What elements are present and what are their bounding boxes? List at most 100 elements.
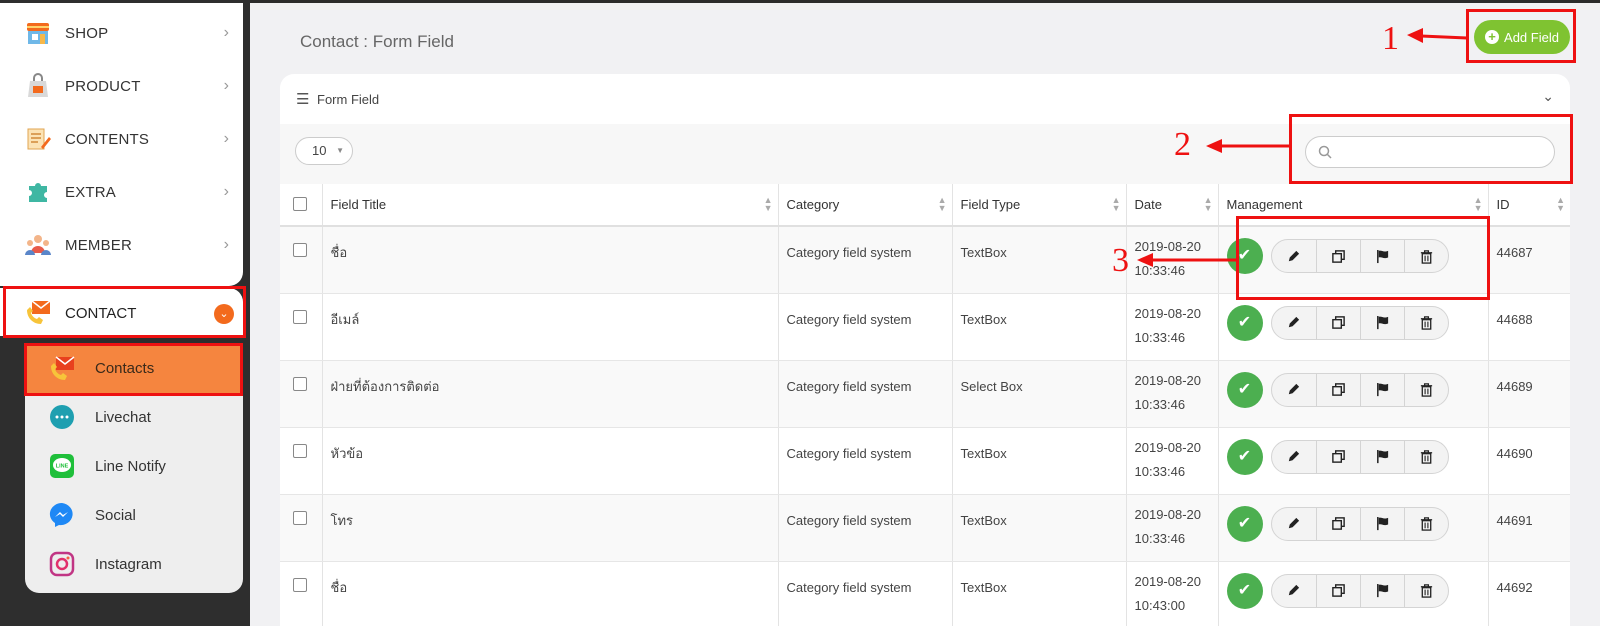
header-field-type[interactable]: Field Type ▲ ▼ bbox=[951, 184, 1126, 227]
approve-button[interactable]: ✔ bbox=[1226, 371, 1263, 408]
action-button-group bbox=[1270, 439, 1449, 474]
field-type-cell: TextBox bbox=[951, 561, 1126, 626]
messenger-icon bbox=[49, 502, 73, 527]
submenu-item-label: Line Notify bbox=[95, 458, 166, 475]
sort-icon: ▲ ▼ bbox=[1203, 195, 1213, 213]
category-cell: Category field system bbox=[777, 427, 952, 495]
check-icon: ✔ bbox=[1237, 581, 1252, 599]
row-checkbox[interactable] bbox=[293, 309, 307, 324]
header-category[interactable]: Category ▲ ▼ bbox=[777, 184, 952, 227]
management-cell: ✔ bbox=[1217, 293, 1488, 361]
submenu-item-label: Social bbox=[95, 507, 136, 524]
pencil-icon bbox=[1288, 383, 1300, 395]
management-cell: ✔ bbox=[1217, 561, 1488, 626]
submenu-item-instagram[interactable]: Instagram bbox=[25, 539, 243, 589]
field-title-cell: ชื่อ bbox=[321, 226, 778, 294]
management-cell: ✔ bbox=[1217, 360, 1488, 428]
approve-button[interactable]: ✔ bbox=[1226, 505, 1263, 542]
header-id[interactable]: ID ▲ ▼ bbox=[1487, 184, 1570, 227]
row-select-cell bbox=[280, 427, 322, 495]
flag-button[interactable] bbox=[1359, 306, 1404, 339]
annotation-box-contacts bbox=[24, 343, 243, 396]
row-checkbox[interactable] bbox=[293, 577, 307, 592]
copy-icon bbox=[1331, 517, 1345, 530]
duplicate-button[interactable] bbox=[1315, 373, 1360, 406]
row-checkbox[interactable] bbox=[293, 376, 307, 391]
page-size-select[interactable]: 10 ▼ bbox=[295, 137, 353, 165]
submenu-item-livechat[interactable]: Livechat bbox=[25, 392, 243, 442]
delete-button[interactable] bbox=[1403, 507, 1448, 540]
approve-button[interactable]: ✔ bbox=[1226, 304, 1263, 341]
chevron-right-icon: › bbox=[223, 236, 229, 253]
management-cell: ✔ bbox=[1217, 427, 1488, 495]
date-cell: 2019-08-20 10:33:46 bbox=[1125, 293, 1218, 361]
annotation-number-2: 2 bbox=[1174, 126, 1191, 163]
category-cell: Category field system bbox=[777, 360, 952, 428]
edit-button[interactable] bbox=[1272, 441, 1316, 473]
duplicate-button[interactable] bbox=[1315, 306, 1360, 339]
flag-button[interactable] bbox=[1359, 440, 1404, 473]
edit-button[interactable] bbox=[1272, 575, 1316, 607]
management-cell: ✔ bbox=[1217, 494, 1488, 562]
submenu-item-line-notify[interactable]: LINE Line Notify bbox=[25, 441, 243, 491]
sidebar-item-shop[interactable]: SHOP › bbox=[0, 6, 243, 60]
time-value: 10:33:46 bbox=[1134, 463, 1186, 479]
sort-icon: ▲ ▼ bbox=[1556, 195, 1565, 213]
header-label: Field Type bbox=[960, 197, 1021, 212]
field-title-cell: ชื่อ bbox=[321, 561, 778, 626]
field-title-cell: หัวข้อ bbox=[321, 427, 778, 495]
delete-button[interactable] bbox=[1403, 306, 1448, 339]
flag-button[interactable] bbox=[1359, 507, 1404, 540]
annotation-box-1 bbox=[1466, 9, 1576, 63]
duplicate-button[interactable] bbox=[1315, 440, 1360, 473]
field-type-cell: Select Box bbox=[951, 360, 1126, 428]
member-icon bbox=[25, 235, 51, 255]
time-value: 10:43:00 bbox=[1134, 597, 1186, 613]
row-checkbox[interactable] bbox=[293, 510, 307, 525]
edit-button[interactable] bbox=[1272, 307, 1316, 339]
row-checkbox[interactable] bbox=[293, 243, 307, 257]
chevron-down-icon[interactable]: ⌄ bbox=[1542, 88, 1554, 105]
chevron-right-icon: › bbox=[223, 24, 229, 41]
date-cell: 2019-08-20 10:33:46 bbox=[1125, 360, 1218, 428]
sidebar-item-contents[interactable]: CONTENTS › bbox=[0, 112, 243, 166]
action-button-group bbox=[1270, 506, 1449, 541]
action-button-group bbox=[1270, 372, 1449, 407]
flag-button[interactable] bbox=[1359, 373, 1404, 406]
date-value: 2019-08-20 bbox=[1134, 573, 1202, 589]
approve-button[interactable]: ✔ bbox=[1226, 438, 1263, 475]
field-type-cell: TextBox bbox=[951, 226, 1126, 294]
edit-button[interactable] bbox=[1272, 374, 1316, 406]
flag-button[interactable] bbox=[1359, 574, 1404, 607]
annotation-box-2 bbox=[1289, 114, 1573, 184]
delete-button[interactable] bbox=[1403, 574, 1448, 607]
header-field-title[interactable]: Field Title ▲ ▼ bbox=[321, 184, 778, 227]
annotation-arrow-1 bbox=[1407, 28, 1468, 43]
header-label: ID bbox=[1496, 197, 1510, 212]
annotation-number-3: 3 bbox=[1112, 242, 1129, 279]
line-icon: LINE bbox=[50, 454, 74, 478]
sidebar-item-extra[interactable]: EXTRA › bbox=[0, 165, 243, 219]
field-type-cell: TextBox bbox=[951, 427, 1126, 495]
select-all-checkbox[interactable] bbox=[293, 197, 307, 211]
duplicate-button[interactable] bbox=[1315, 507, 1360, 540]
delete-button[interactable] bbox=[1403, 373, 1448, 406]
check-icon: ✔ bbox=[1237, 380, 1252, 398]
time-value: 10:33:46 bbox=[1134, 329, 1186, 345]
approve-button[interactable]: ✔ bbox=[1226, 572, 1263, 609]
submenu-item-social[interactable]: Social bbox=[25, 490, 243, 540]
chevron-right-icon: › bbox=[223, 77, 229, 94]
date-value: 2019-08-20 bbox=[1134, 506, 1202, 522]
card-title: Form Field bbox=[317, 92, 380, 107]
sidebar-item-product[interactable]: PRODUCT › bbox=[0, 59, 243, 113]
submenu-item-label: Instagram bbox=[95, 556, 162, 573]
row-checkbox[interactable] bbox=[293, 443, 307, 458]
header-date[interactable]: Date ▲ ▼ bbox=[1125, 184, 1218, 227]
sidebar-item-member[interactable]: MEMBER › bbox=[0, 218, 243, 272]
row-select-cell bbox=[280, 293, 322, 361]
trash-icon bbox=[1420, 316, 1432, 330]
duplicate-button[interactable] bbox=[1315, 574, 1360, 607]
edit-button[interactable] bbox=[1272, 508, 1316, 540]
delete-button[interactable] bbox=[1403, 440, 1448, 473]
flag-icon bbox=[1376, 516, 1388, 531]
